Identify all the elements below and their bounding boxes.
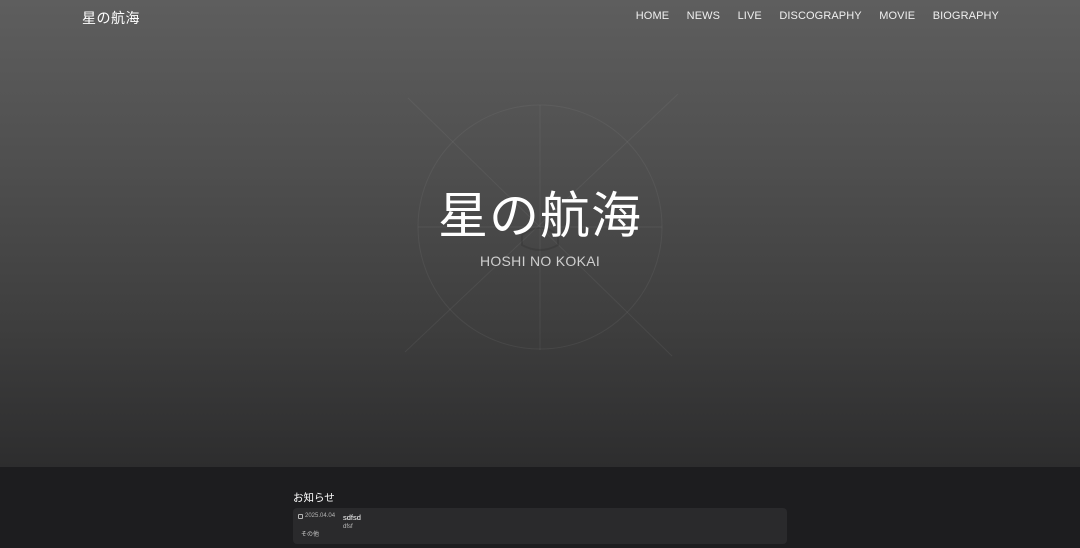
nav-item-live[interactable]: LIVE bbox=[738, 10, 762, 22]
hero-section: 星の航海 HOME NEWS LIVE DISCOGRAPHY MOVIE BI… bbox=[0, 0, 1080, 467]
page: 星の航海 HOME NEWS LIVE DISCOGRAPHY MOVIE BI… bbox=[0, 0, 1080, 548]
news-item[interactable]: 2025.04.04 その他 sdfsd dfsf bbox=[293, 508, 787, 544]
hero-subtitle: HOSHI NO KOKAI bbox=[479, 253, 601, 269]
news-body: dfsf bbox=[343, 524, 353, 530]
news-date: 2025.04.04 bbox=[298, 513, 335, 519]
nav-item-news[interactable]: NEWS bbox=[687, 10, 720, 22]
nav-item-discography[interactable]: DISCOGRAPHY bbox=[779, 10, 861, 22]
site-header: 星の航海 HOME NEWS LIVE DISCOGRAPHY MOVIE BI… bbox=[0, 0, 1080, 34]
news-category: その他 bbox=[301, 531, 320, 538]
news-heading: お知らせ bbox=[293, 492, 335, 504]
nav-item-biography[interactable]: BIOGRAPHY bbox=[933, 10, 999, 22]
news-section: お知らせ 2025.04.04 その他 sdfsd dfsf bbox=[0, 467, 1080, 548]
main-nav: HOME NEWS LIVE DISCOGRAPHY MOVIE BIOGRAP… bbox=[636, 10, 999, 22]
hero-title: 星の航海 bbox=[438, 187, 642, 245]
nav-item-movie[interactable]: MOVIE bbox=[879, 10, 915, 22]
news-date-text: 2025.04.04 bbox=[305, 513, 336, 519]
news-title[interactable]: sdfsd bbox=[343, 513, 361, 522]
nav-item-home[interactable]: HOME bbox=[636, 10, 669, 22]
calendar-icon bbox=[298, 513, 303, 519]
site-logo[interactable]: 星の航海 bbox=[82, 8, 140, 28]
